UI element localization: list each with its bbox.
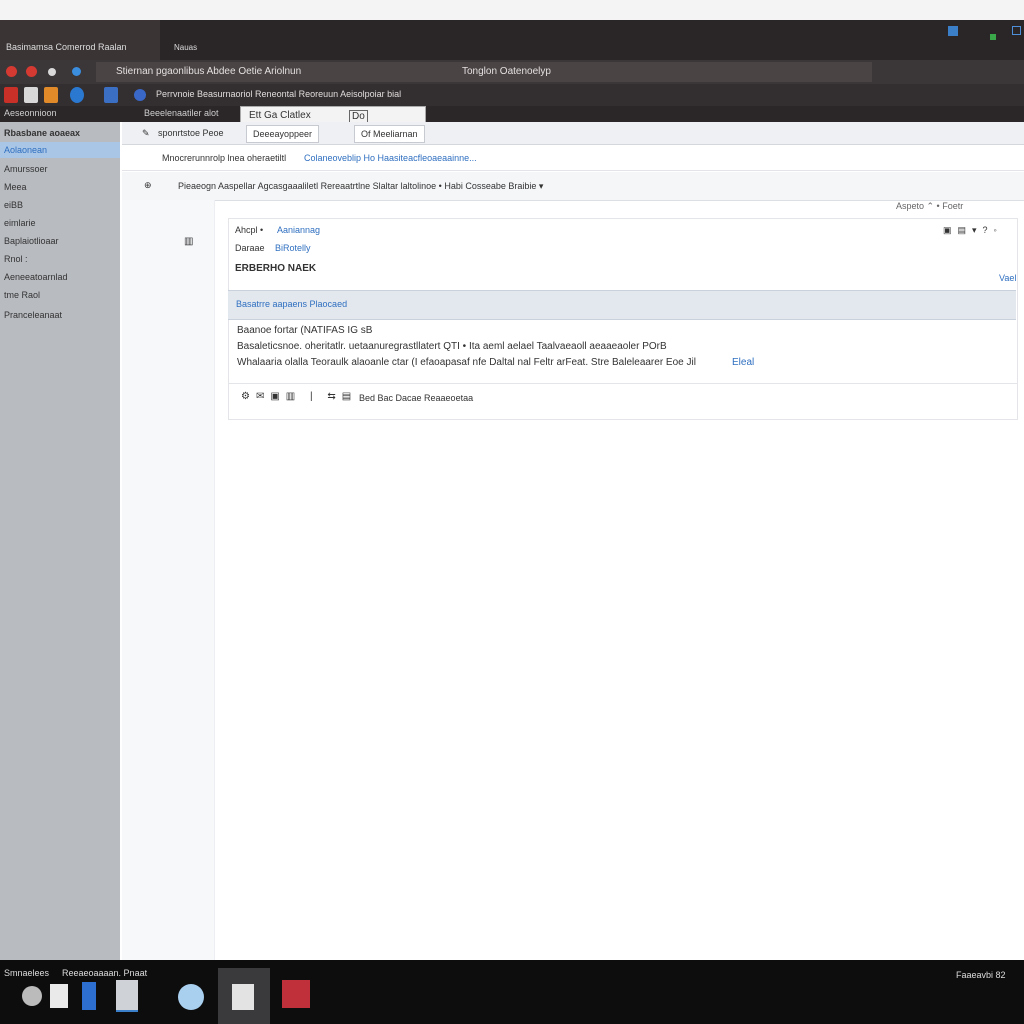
calendar-app-icon[interactable]: [282, 980, 310, 1008]
orange-app-icon[interactable]: [44, 87, 58, 103]
document-icon[interactable]: [104, 87, 118, 103]
from-value[interactable]: Aaniannag: [277, 225, 320, 235]
sidebar-item-selected[interactable]: Aolaonean: [0, 142, 120, 158]
body-line2: Basaleticsnoe. oheritatlr. uetaanuregras…: [237, 341, 667, 352]
globe-app-icon[interactable]: [178, 984, 204, 1010]
sidebar-item-label: Aolaonean: [4, 145, 48, 155]
tab-label: Basimamsa Comerrod Raalan: [6, 42, 127, 52]
info-row: Mnocrerunnrolp lnea oheraetiltl Colaneov…: [122, 146, 1024, 171]
popup-item1[interactable]: Ett Ga Clatlex: [249, 110, 311, 121]
address-row: Stiernan pgaonlibus Abdee Oetie Ariolnun…: [0, 60, 1024, 84]
subtool-left-text[interactable]: Aeseonnioon: [4, 108, 57, 118]
body-link[interactable]: Eleal: [732, 357, 754, 368]
shield-dot-icon[interactable]: [72, 67, 81, 76]
app-icon-blue[interactable]: [948, 26, 958, 36]
subtool-mid-text[interactable]: Beeelenaatiler alot: [144, 108, 219, 118]
start-orb-icon[interactable]: [22, 986, 42, 1006]
view-tab[interactable]: Deeeayoppeer: [246, 125, 320, 143]
status-icon-green: [990, 34, 996, 40]
p-app-icon[interactable]: [134, 89, 146, 101]
screen-top-band: [0, 0, 1024, 20]
sidebar-item[interactable]: Aeneeatoarnlad: [4, 272, 68, 282]
reading-toolbar-text[interactable]: Aspeto ⌃ • Foetr: [896, 201, 963, 212]
message-right-link[interactable]: Vael: [999, 273, 1016, 283]
red-app-icon[interactable]: [4, 87, 18, 103]
sidebar: Rbasbane aoaeax Aolaonean Amurssoer Meea…: [0, 122, 120, 960]
title-bar: Basimamsa Comerrod Raalan Nauas: [0, 20, 1024, 60]
close-dot-icon[interactable]: [6, 66, 17, 77]
taskbar-label1[interactable]: Smnaelees: [4, 968, 49, 978]
to-value[interactable]: BiRotelly: [275, 243, 311, 253]
taskbar-clock[interactable]: Faaeavbi 82: [956, 970, 1006, 980]
filter-icon: ⊕: [144, 180, 152, 190]
tab-icon: ✎: [142, 127, 150, 138]
footer-icons[interactable]: ⚙✉▣▥ | ⇆▤: [241, 391, 357, 402]
subject-bar[interactable]: Basatrre aapaens Plaocaed: [228, 290, 1016, 320]
sidebar-item[interactable]: eimlarie: [4, 218, 36, 228]
info-row-text: Mnocrerunnrolp lnea oheraetiltl: [162, 153, 287, 163]
sidebar-item[interactable]: Amurssoer: [4, 164, 48, 174]
address-right-text: Tonglon Oatenoelyp: [462, 66, 551, 77]
body-line3: Whalaaria olalla Teoraulk alaoanle ctar …: [237, 357, 696, 368]
view-tab[interactable]: sponrtstoe Peoe: [158, 125, 224, 141]
window-restore-icon[interactable]: [1012, 26, 1021, 35]
to-label: Daraae: [235, 243, 265, 253]
trash-icon[interactable]: ▥: [184, 236, 193, 247]
browser-tab[interactable]: Nauas: [168, 20, 248, 60]
toolbar-text[interactable]: Perrvnoie Beasurnaoriol Reneontal Reoreu…: [156, 89, 401, 99]
subject-text: Basatrre aapaens Plaocaed: [236, 299, 348, 309]
settings-dot-icon[interactable]: [48, 68, 56, 76]
chart-app-icon[interactable]: [116, 980, 138, 1012]
sidebar-header: Rbasbane aoaeax: [4, 128, 81, 138]
tab-label: Nauas: [174, 42, 198, 52]
sidebar-item[interactable]: Rnol :: [4, 254, 28, 264]
footer-text[interactable]: Bed Bac Dacae Reaaeoetaa: [359, 393, 473, 403]
message-list-gutter: ▥: [122, 200, 215, 960]
sidebar-item[interactable]: tme Raol: [4, 290, 40, 300]
toolbar: Perrvnoie Beasurnaoriol Reneontal Reoreu…: [0, 84, 1024, 106]
view-tabs: ✎ sponrtstoe Peoe Deeeayoppeer Of Meelia…: [122, 122, 1024, 145]
minimize-dot-icon[interactable]: [26, 66, 37, 77]
address-bar[interactable]: Stiernan pgaonlibus Abdee Oetie Ariolnun…: [96, 62, 872, 82]
sidebar-item[interactable]: Meea: [4, 182, 27, 192]
notes-app-icon[interactable]: [232, 984, 254, 1010]
film-icon[interactable]: [24, 87, 38, 103]
doc-app-icon[interactable]: [50, 984, 68, 1008]
body-line1: Baanoe fortar (NATIFAS IG sB: [237, 325, 373, 336]
info-row-link[interactable]: Colaneoveblip Ho Haasiteacfleoaeaainne..…: [304, 153, 477, 163]
blue-app-icon[interactable]: [82, 982, 96, 1010]
filter-row-text[interactable]: Pieaeogn Aaspellar Agcasgaaaliletl Rerea…: [178, 181, 543, 192]
taskbar: Smnaelees Reeaeoaaaan. Pnaat Faaeavbi 82: [0, 960, 1024, 1024]
from-label: Ahcpl •: [235, 225, 264, 235]
filter-row: ⊕ Pieaeogn Aaspellar Agcasgaaaliletl Rer…: [122, 172, 1024, 201]
message-actions[interactable]: ▣▤▾?◦: [943, 225, 1003, 236]
sidebar-item[interactable]: eiBB: [4, 200, 23, 210]
sidebar-item[interactable]: Baplaiotlioaar: [4, 236, 59, 246]
blue-circle-icon[interactable]: [70, 87, 84, 103]
taskbar-label2[interactable]: Reeaeoaaaan. Pnaat: [62, 968, 147, 978]
browser-tab-active[interactable]: Basimamsa Comerrod Raalan: [0, 20, 160, 60]
address-text: Stiernan pgaonlibus Abdee Oetie Ariolnun: [116, 66, 302, 77]
view-tab[interactable]: Of Meeliarnan: [354, 125, 425, 143]
sub-toolbar: Aeseonnioon Beeelenaatiler alot: [0, 106, 1024, 122]
sidebar-item[interactable]: Pranceleanaat: [4, 310, 62, 320]
card-footer-divider: [229, 383, 1017, 384]
message-title: ERBERHO NAEK: [235, 263, 317, 274]
